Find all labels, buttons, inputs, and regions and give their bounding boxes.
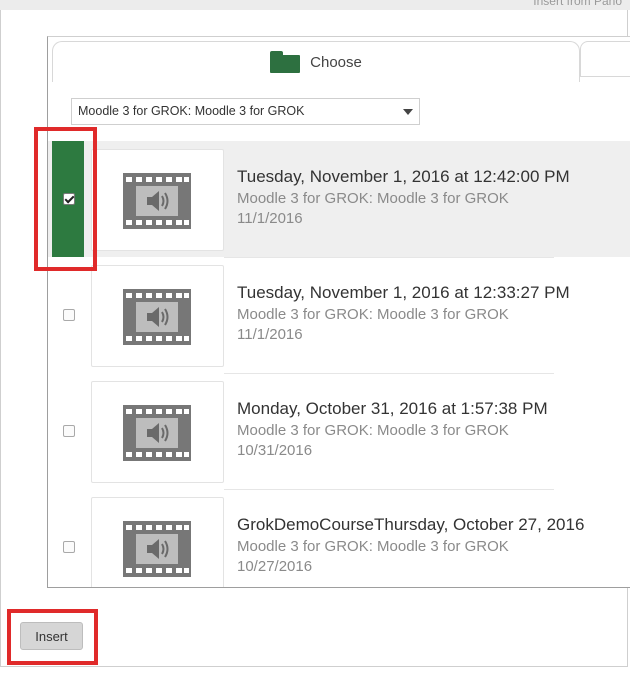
media-row[interactable]: Monday, October 31, 2016 at 1:57:38 PM M…	[48, 373, 630, 489]
media-thumbnail[interactable]	[91, 149, 224, 251]
media-course: Moodle 3 for GROK: Moodle 3 for GROK	[237, 422, 509, 439]
media-date: 10/27/2016	[237, 558, 313, 575]
row-divider	[224, 489, 554, 490]
course-select[interactable]: Moodle 3 for GROK: Moodle 3 for GROK	[71, 98, 420, 125]
media-title: GrokDemoCourseThursday, October 27, 2016	[237, 515, 585, 534]
media-date: 10/31/2016	[237, 442, 313, 459]
media-row[interactable]: Tuesday, November 1, 2016 at 12:42:00 PM…	[48, 141, 630, 257]
media-title: Tuesday, November 1, 2016 at 12:42:00 PM	[237, 167, 570, 186]
media-title: Tuesday, November 1, 2016 at 12:33:27 PM	[237, 283, 570, 302]
row-checkbox[interactable]	[63, 309, 75, 321]
media-meta: Tuesday, November 1, 2016 at 12:42:00 PM…	[237, 166, 570, 229]
media-row[interactable]: GrokDemoCourseThursday, October 27, 2016…	[48, 489, 630, 587]
media-course: Moodle 3 for GROK: Moodle 3 for GROK	[237, 190, 509, 207]
row-checkbox[interactable]	[63, 541, 75, 553]
video-audio-icon	[123, 173, 191, 229]
media-course: Moodle 3 for GROK: Moodle 3 for GROK	[237, 306, 509, 323]
course-select-value: Moodle 3 for GROK: Moodle 3 for GROK	[78, 104, 305, 118]
annotation-highlight-checkbox	[34, 127, 97, 271]
media-title: Monday, October 31, 2016 at 1:57:38 PM	[237, 399, 548, 418]
media-meta: GrokDemoCourseThursday, October 27, 2016…	[237, 514, 584, 577]
tab-secondary[interactable]	[580, 41, 630, 77]
media-thumbnail[interactable]	[91, 497, 224, 587]
media-meta: Tuesday, November 1, 2016 at 12:33:27 PM…	[237, 282, 570, 345]
row-divider	[224, 373, 554, 374]
media-thumbnail[interactable]	[91, 381, 224, 483]
media-date: 11/1/2016	[237, 210, 303, 227]
media-thumbnail[interactable]	[91, 265, 224, 367]
media-date: 11/1/2016	[237, 326, 303, 343]
row-checkbox[interactable]	[63, 425, 75, 437]
annotation-highlight-insert	[7, 609, 98, 665]
video-audio-icon	[123, 405, 191, 461]
media-chooser-panel: Choose Moodle 3 for GROK: Moodle 3 for G…	[47, 36, 630, 588]
row-divider	[224, 257, 554, 258]
media-row[interactable]: Tuesday, November 1, 2016 at 12:33:27 PM…	[48, 257, 630, 373]
dialog-titlebar: Insert from Pano	[0, 0, 630, 10]
tab-choose-label: Choose	[310, 53, 362, 71]
video-audio-icon	[123, 521, 191, 577]
folder-icon	[270, 51, 301, 73]
tab-choose[interactable]: Choose	[52, 41, 580, 82]
media-list: Tuesday, November 1, 2016 at 12:42:00 PM…	[48, 141, 630, 587]
media-course: Moodle 3 for GROK: Moodle 3 for GROK	[237, 538, 509, 555]
window-title: Insert from Pano	[533, 0, 622, 8]
chevron-down-icon[interactable]	[403, 109, 413, 115]
media-meta: Monday, October 31, 2016 at 1:57:38 PM M…	[237, 398, 548, 461]
video-audio-icon	[123, 289, 191, 345]
